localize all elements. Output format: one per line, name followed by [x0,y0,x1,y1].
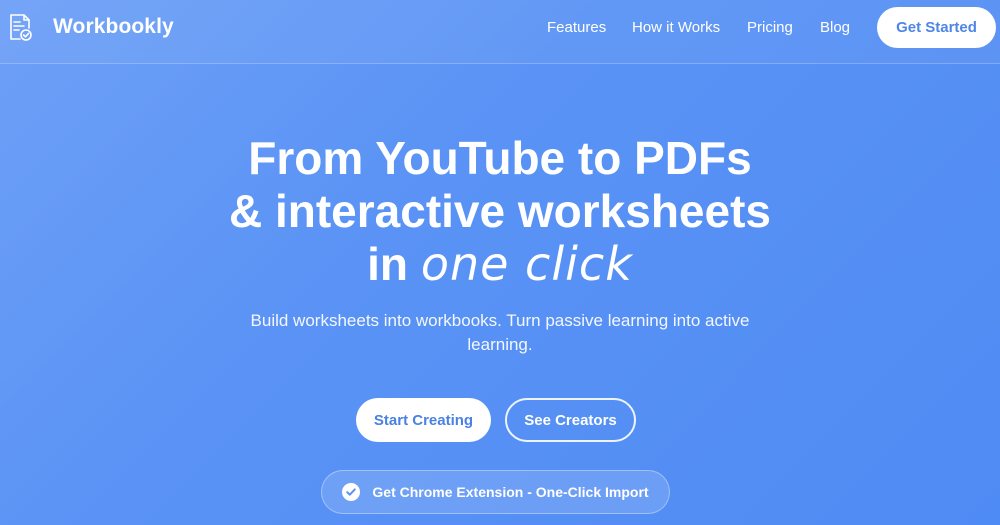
navbar: Workbookly Features How it Works Pricing… [0,0,1000,64]
nav-pricing[interactable]: Pricing [747,19,793,36]
check-circle-icon [342,483,361,501]
see-creators-button[interactable]: See Creators [505,398,636,442]
nav-how-it-works[interactable]: How it Works [632,19,720,36]
nav-features[interactable]: Features [547,19,606,36]
get-started-button[interactable]: Get Started [877,7,996,48]
nav-blog[interactable]: Blog [820,19,850,36]
hero-title-line-2: & interactive worksheets [228,185,771,237]
hero-title-line-3: in one click [0,238,1000,291]
hero-title-in: in [367,238,409,290]
chrome-extension-button[interactable]: Get Chrome Extension - One-Click Import [321,470,670,514]
hero-title: From YouTube to PDFs & interactive works… [0,132,1000,291]
chrome-extension-label: Get Chrome Extension - One-Click Import [372,484,649,500]
hero-subtitle: Build worksheets into workbooks. Turn pa… [250,311,750,354]
hero-title-line-1: From YouTube to PDFs [248,132,752,184]
main-nav: Features How it Works Pricing Blog [0,19,1000,39]
hero-title-accent: one click [420,237,633,291]
start-creating-button[interactable]: Start Creating [356,398,491,442]
